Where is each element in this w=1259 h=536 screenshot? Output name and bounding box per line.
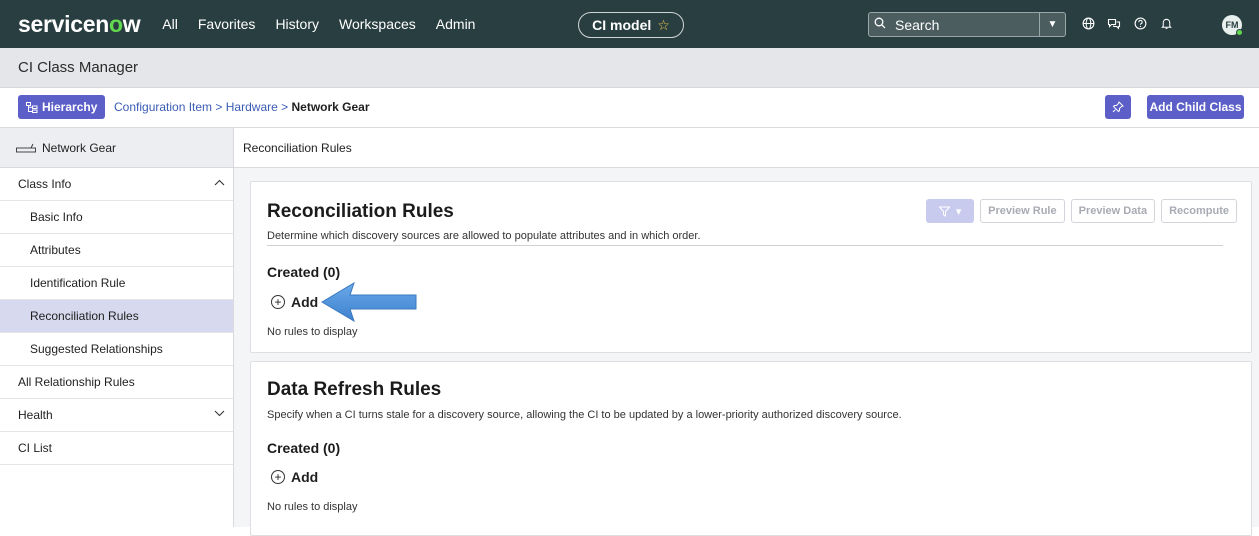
reconciliation-rules-description: Determine which discovery sources are al… [267, 230, 701, 242]
sidebar-item-class-info[interactable]: Class Info [0, 168, 233, 201]
sidebar-header: Network Gear [0, 128, 233, 168]
nav-admin[interactable]: Admin [436, 16, 476, 32]
bell-icon[interactable] [1158, 14, 1174, 32]
chevron-up-icon[interactable] [214, 177, 225, 189]
context-pill-label: CI model [592, 17, 652, 33]
sidebar-item-attributes[interactable]: Attributes [0, 234, 233, 267]
search-input[interactable]: Search [891, 17, 1039, 33]
user-avatar[interactable]: FM [1222, 15, 1243, 36]
reconciliation-created-count: Created (0) [267, 264, 341, 280]
sidebar-item-reconciliation-rules[interactable]: Reconciliation Rules [0, 300, 233, 333]
filter-dropdown-button[interactable]: ▾ [926, 199, 975, 223]
pin-button[interactable] [1105, 95, 1131, 119]
global-search[interactable]: Search ▼ [868, 12, 1066, 37]
header-icons [1080, 14, 1174, 32]
page-title: CI Class Manager [0, 48, 1259, 88]
chat-icon[interactable] [1106, 14, 1122, 32]
reconciliation-actions: ▾ Preview Rule Preview Data Recompute [926, 199, 1237, 223]
preview-data-button[interactable]: Preview Data [1070, 199, 1156, 223]
reconciliation-rules-title: Reconciliation Rules [267, 201, 454, 222]
sidebar-item-health[interactable]: Health [0, 399, 233, 432]
presence-indicator [1236, 29, 1243, 36]
sidebar-item-basic-info[interactable]: Basic Info [0, 201, 233, 234]
top-navigation: servicenow All Favorites History Workspa… [0, 0, 1259, 48]
sidebar-item-identification-rule[interactable]: Identification Rule [0, 267, 233, 300]
callout-arrow-icon [321, 281, 417, 323]
preview-rule-button[interactable]: Preview Rule [980, 199, 1065, 223]
section-header: Reconciliation Rules [234, 128, 1259, 168]
nav-workspaces[interactable]: Workspaces [339, 16, 416, 32]
nav-all[interactable]: All [162, 16, 178, 32]
breadcrumb-network-gear: Network Gear [291, 100, 370, 114]
sidebar-item-all-relationship-rules[interactable]: All Relationship Rules [0, 366, 233, 399]
network-gear-icon [16, 143, 36, 152]
nav-links: All Favorites History Workspaces Admin [152, 16, 485, 32]
class-toolbar: Hierarchy Configuration Item > Hardware … [0, 88, 1259, 128]
pin-icon [1112, 101, 1124, 113]
help-icon[interactable] [1132, 14, 1148, 32]
sidebar-item-ci-list[interactable]: CI List [0, 432, 233, 465]
globe-icon[interactable] [1080, 14, 1096, 32]
caret-down-icon: ▾ [955, 205, 962, 218]
sidebar-item-suggested-relationships[interactable]: Suggested Relationships [0, 333, 233, 366]
add-circle-icon: + [271, 470, 285, 484]
add-child-class-button[interactable]: Add Child Class [1147, 95, 1244, 119]
data-refresh-rules-card: Data Refresh Rules Specify when a CI tur… [250, 361, 1252, 536]
divider [267, 245, 1223, 246]
breadcrumb-configuration-item[interactable]: Configuration Item [114, 100, 212, 114]
hierarchy-button[interactable]: Hierarchy [18, 95, 106, 119]
context-pill[interactable]: CI model ☆ [578, 12, 684, 38]
breadcrumb: Configuration Item > Hardware > Network … [114, 100, 370, 114]
add-reconciliation-rule-button[interactable]: + Add [271, 294, 318, 310]
data-refresh-empty-message: No rules to display [267, 501, 358, 513]
add-circle-icon: + [271, 295, 285, 309]
breadcrumb-hardware[interactable]: Hardware [226, 100, 278, 114]
search-icon [869, 17, 891, 32]
recompute-button[interactable]: Recompute [1161, 199, 1237, 223]
chevron-down-icon[interactable] [214, 408, 225, 420]
add-data-refresh-rule-button[interactable]: + Add [271, 469, 318, 485]
main-content: Reconciliation Rules Determine which dis… [234, 168, 1259, 536]
servicenow-logo[interactable]: servicenow [18, 11, 141, 38]
search-scope-dropdown[interactable]: ▼ [1039, 13, 1065, 36]
star-icon[interactable]: ☆ [657, 17, 670, 34]
data-refresh-rules-title: Data Refresh Rules [267, 379, 442, 400]
data-refresh-rules-description: Specify when a CI turns stale for a disc… [267, 409, 902, 421]
nav-history[interactable]: History [275, 16, 319, 32]
sidebar: Network Gear Class Info Basic Info Attri… [0, 128, 234, 527]
filter-icon [938, 206, 950, 217]
hierarchy-icon [26, 101, 38, 113]
data-refresh-created-count: Created (0) [267, 440, 341, 456]
nav-favorites[interactable]: Favorites [198, 16, 256, 32]
